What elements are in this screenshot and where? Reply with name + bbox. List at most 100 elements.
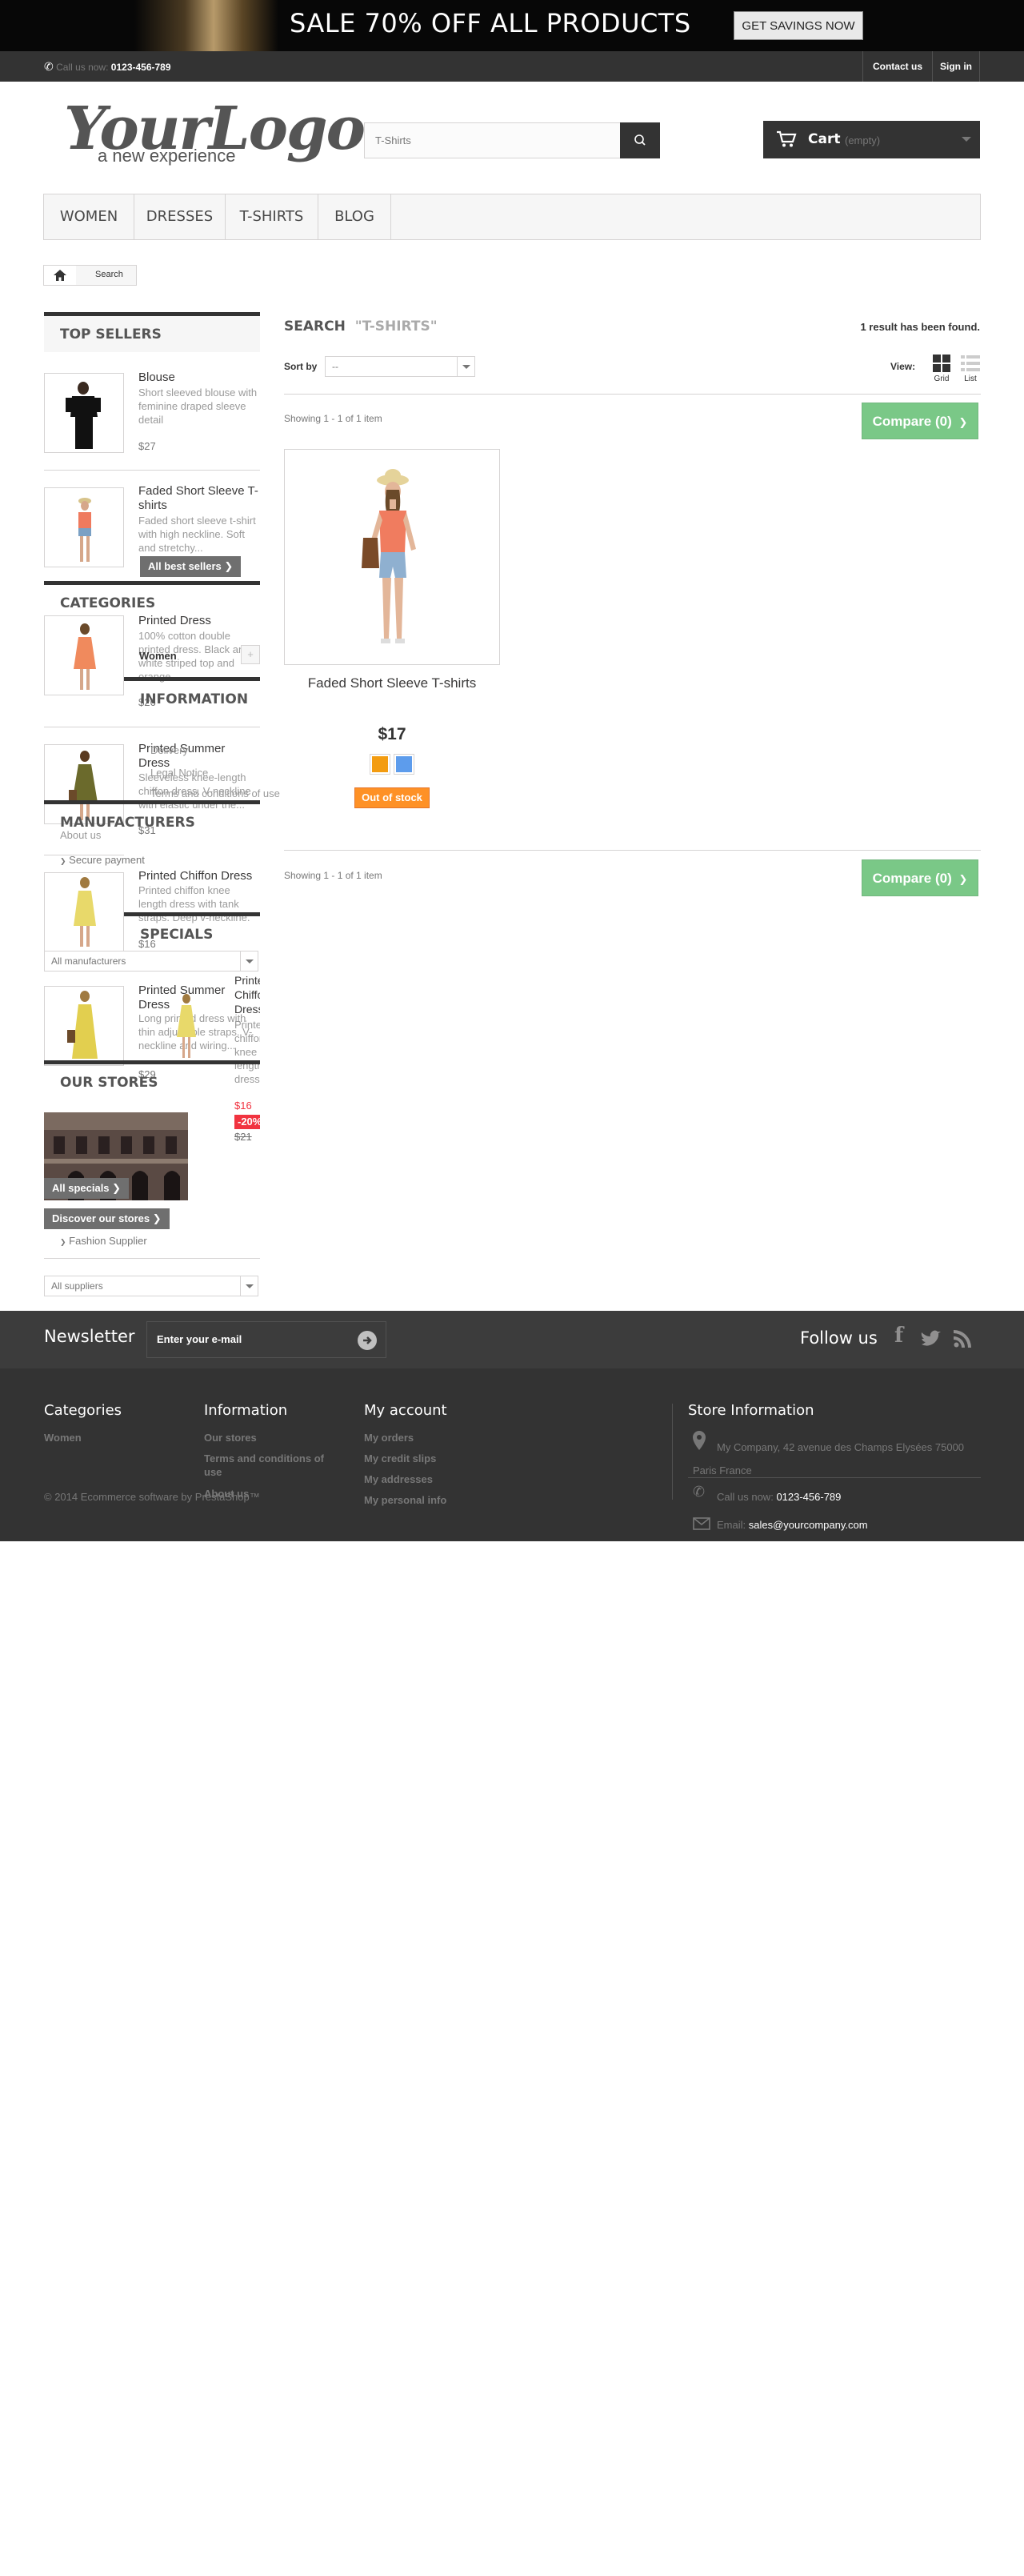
chevron-right-icon: ❯ [224,560,234,572]
product-image [74,877,96,947]
footer-link-personal-info[interactable]: My personal info [364,1493,446,1507]
manufacturers-select[interactable]: All manufacturers [44,951,258,972]
chevron-right-icon: ❯ [958,416,968,428]
showing-bottom: Showing 1 - 1 of 1 item [284,870,382,881]
top-seller-name[interactable]: Blouse [138,371,258,385]
info-link-legal[interactable]: Legal Notice [150,767,208,779]
color-swatch-blue[interactable] [394,755,414,774]
footer-link-orders[interactable]: My orders [364,1431,414,1444]
product-name[interactable]: Faded Short Sleeve T-shirts [284,675,500,691]
menu-item-tshirts[interactable]: T-shirts [226,194,318,239]
main-menu: Women Dresses T-shirts Blog [43,194,981,240]
facebook-icon[interactable]: f [894,1324,903,1348]
info-link-terms[interactable]: Terms and conditions of use [150,787,280,799]
special-name[interactable]: Printed Chiffon Dress [234,973,260,1016]
footer-link-our-stores[interactable]: Our stores [204,1431,257,1444]
search-query: "T-SHIRTS" [354,318,438,335]
top-seller-thumb-printed-dress[interactable] [44,615,124,695]
product-image [177,994,196,1058]
grid-icon [933,355,950,372]
footer-link-credit-slips[interactable]: My credit slips [364,1452,436,1465]
stock-badge: Out of stock [354,787,430,808]
search-input[interactable]: T-Shirts [364,122,622,158]
twitter-icon[interactable] [920,1330,941,1348]
search-button[interactable] [620,122,660,158]
sort-select-value: -- [332,361,338,372]
showing-top: Showing 1 - 1 of 1 item [284,413,382,424]
sign-in-link[interactable]: Sign in [933,51,980,82]
list-view-toggle[interactable]: List [961,355,980,383]
product-image [78,498,91,562]
banner-model-image [134,0,278,51]
expand-icon[interactable]: + [241,645,260,664]
footer-link-addresses[interactable]: My addresses [364,1472,433,1486]
info-link-secure-payment[interactable]: ❯ Secure payment [60,854,145,866]
phone-icon: ✆ [44,60,54,73]
compare-button-top[interactable]: Compare (0) ❯ [862,403,978,439]
all-best-sellers-button[interactable]: All best sellers ❯ [140,556,242,577]
top-seller-desc: Short sleeved blouse with feminine drape… [138,387,258,426]
newsletter-bar: Newsletter Enter your e-mail Follow us f [0,1311,1024,1368]
top-seller-name[interactable]: Printed Chiffon Dress [138,869,260,883]
top-seller-thumb-summer-dress-long[interactable] [44,986,124,1066]
promo-banner[interactable]: SALE 70% OFF ALL PRODUCTS GET SAVINGS NO… [0,0,1024,51]
call-phone: 0123-456-789 [110,62,171,73]
store-call: Call us now: 0123-456-789 [717,1490,841,1504]
all-specials-button[interactable]: All specials ❯ [44,1178,130,1199]
store-address: My Company, 42 avenue des Champs Elysées… [693,1441,965,1476]
footer-category-women[interactable]: Women [44,1431,82,1444]
compare-button-bottom[interactable]: Compare (0) ❯ [862,859,978,896]
specials-title: SPECIALS [124,912,260,952]
info-link-delivery[interactable]: Delivery [150,744,188,756]
menu-item-women[interactable]: Women [44,194,134,239]
divider [688,1477,981,1478]
discover-stores-button[interactable]: Discover our stores ❯ [44,1208,170,1229]
newsletter-title: Newsletter [44,1327,135,1346]
suppliers-select[interactable]: All suppliers [44,1276,258,1296]
top-seller-name[interactable]: Faded Short Sleeve T-shirts [138,484,260,513]
search-icon [634,134,646,146]
rss-icon[interactable] [954,1330,971,1348]
contact-us-link[interactable]: Contact us [862,51,933,82]
top-seller-name[interactable]: Printed Dress [138,614,258,628]
grid-label: Grid [934,375,950,383]
chevron-right-icon: ❯ [112,1182,122,1194]
cart-block[interactable]: Cart (empty) [763,121,980,158]
manufacturers-select-value: All manufacturers [51,955,126,967]
search-heading-label: SEARCH [284,318,346,335]
get-savings-button[interactable]: GET SAVINGS NOW [734,11,863,40]
chevron-down-icon [240,951,258,971]
product-image [67,991,98,1059]
category-item-women[interactable]: Women [139,650,240,662]
sort-label: Sort by [284,361,318,372]
arrow-right-circle-icon[interactable] [357,1330,378,1351]
color-swatch-orange[interactable] [370,755,390,774]
menu-item-blog[interactable]: Blog [318,194,391,239]
newsletter-input[interactable]: Enter your e-mail [146,1321,386,1358]
top-seller-thumb-tshirt[interactable] [44,487,124,567]
breadcrumb-home[interactable] [44,266,76,285]
cart-status: (empty) [845,134,881,146]
top-seller-thumb-blouse[interactable] [44,373,124,453]
store-email-link[interactable]: sales@yourcompany.com [749,1519,868,1531]
top-seller-thumb-chiffon-dress[interactable] [44,872,124,952]
chevron-right-icon: ❯ [60,1238,66,1246]
chevron-right-icon: ❯ [958,873,968,885]
newsletter-placeholder: Enter your e-mail [157,1333,242,1345]
menu-item-dresses[interactable]: Dresses [134,194,226,239]
follow-us-title: Follow us [800,1328,878,1348]
special-thumb[interactable] [154,986,218,1066]
view-label: View: [890,361,916,372]
footer-separator [672,1404,673,1500]
sort-select[interactable]: -- [325,356,475,377]
supplier-link[interactable]: ❯ Fashion Supplier [60,1235,147,1247]
grid-view-toggle[interactable]: Grid [932,355,951,383]
product-image-frame[interactable] [284,449,500,665]
manufacturers-title: MANUFACTURERS [44,800,260,840]
top-seller-desc: Faded short sleeve t-shirt with high nec… [138,515,256,554]
footer-link-terms[interactable]: Terms and conditions of use [204,1452,332,1479]
divider [284,850,981,851]
footer-account-title: My account [364,1402,447,1419]
top-sellers-title: TOP SELLERS [44,312,260,352]
divider [284,394,981,395]
